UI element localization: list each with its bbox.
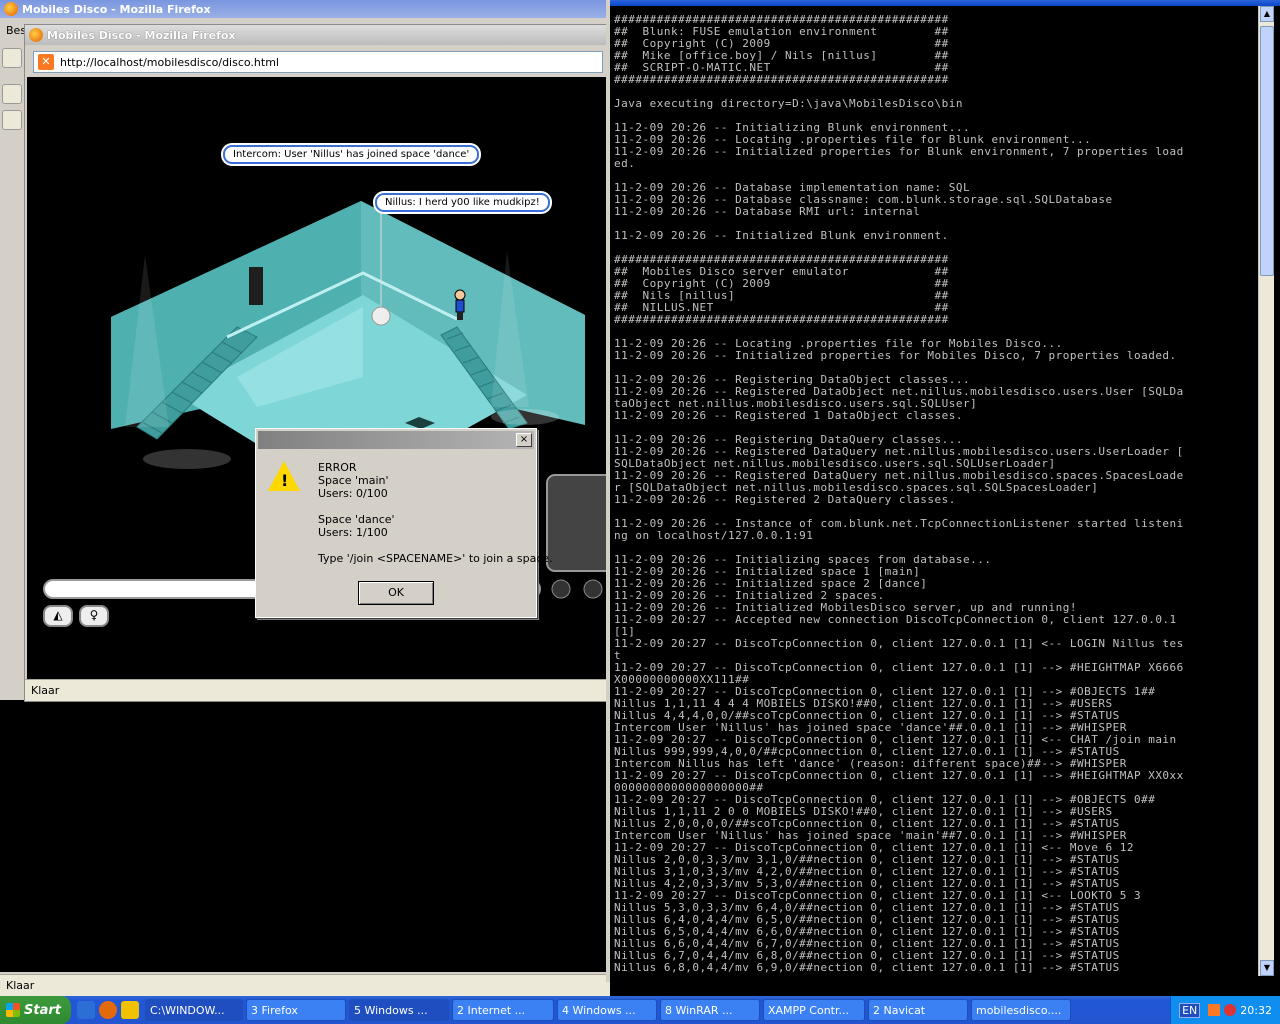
xampp-tab-icon[interactable]	[2, 110, 22, 130]
background-window-titlebar[interactable]: Mobiles Disco - Mozilla Firefox	[0, 0, 610, 18]
url-bar[interactable]: ✕ http://localhost/mobilesdisco/disco.ht…	[33, 51, 603, 73]
quick-launch	[76, 1001, 139, 1019]
side-control-icon	[551, 579, 571, 599]
firefox-titlebar[interactable]: Mobiles Disco - Mozilla Firefox	[25, 25, 607, 45]
firefox-quicklaunch-icon[interactable]	[98, 1001, 117, 1019]
background-statusbar: Klaar	[0, 974, 610, 996]
windows-logo-icon	[6, 1003, 20, 1017]
hand-button[interactable]: ♀	[79, 605, 109, 627]
taskbar-task-cmd[interactable]: C:\WINDOW...	[144, 999, 243, 1021]
firefox-icon	[4, 2, 18, 16]
console-scrollbar[interactable]: ▲ ▼	[1258, 6, 1274, 976]
xampp-tray-icon[interactable]	[1208, 1004, 1221, 1016]
firefox-icon	[29, 28, 43, 42]
taskbar-task-messenger[interactable]: 5 Windows ...	[348, 999, 449, 1021]
firefox-statusbar: Klaar	[25, 679, 607, 701]
taskbar: Start C:\WINDOW... 3 Firefox 5 Windows .…	[0, 996, 1280, 1024]
console-output: ########################################…	[614, 14, 1184, 974]
start-button[interactable]: Start	[0, 996, 71, 1024]
scroll-thumb[interactable]	[1260, 26, 1274, 276]
side-panel	[546, 474, 607, 572]
dialog-titlebar[interactable]: ×	[258, 431, 534, 449]
intercom-chat-bubble: Intercom: User 'Nillus' has joined space…	[223, 145, 480, 164]
side-control-icon	[583, 579, 603, 599]
taskbar-task-xampp[interactable]: XAMPP Contr...	[762, 999, 865, 1021]
navigator-button[interactable]: ◭	[43, 605, 73, 627]
firefox-window-title: Mobiles Disco - Mozilla Firefox	[47, 28, 236, 42]
dialog-ok-button[interactable]: OK	[358, 581, 434, 605]
system-tray: EN 20:32	[1170, 996, 1280, 1024]
console-titlebar[interactable]	[610, 0, 1280, 6]
taskbar-task-firefox[interactable]: 3 Firefox	[245, 999, 346, 1021]
dialog-message: ERROR Space 'main' Users: 0/100 Space 'd…	[318, 461, 553, 565]
dialog-close-button[interactable]: ×	[516, 433, 532, 447]
taskbar-task-explorer[interactable]: 4 Windows ...	[556, 999, 657, 1021]
site-favicon-icon: ✕	[38, 54, 54, 70]
console-window[interactable]: ########################################…	[606, 0, 1280, 982]
taskbar-task-navicat[interactable]: 2 Navicat	[867, 999, 968, 1021]
scroll-down-icon[interactable]: ▼	[1260, 960, 1274, 976]
nillus-chat-bubble: Nillus: I herd y00 like mudkipz!	[375, 193, 550, 212]
back-arrow-icon[interactable]	[2, 48, 22, 68]
scroll-up-icon[interactable]: ▲	[1260, 6, 1274, 22]
home-icon[interactable]	[2, 84, 22, 104]
background-window-title: Mobiles Disco - Mozilla Firefox	[22, 2, 211, 16]
background-content-area	[0, 700, 610, 972]
disco-ball	[371, 306, 391, 326]
clock-quicklaunch-icon[interactable]	[120, 1001, 139, 1019]
ie-quicklaunch-icon[interactable]	[76, 1001, 95, 1019]
error-dialog[interactable]: × ! ERROR Space 'main' Users: 0/100 Spac…	[255, 428, 553, 618]
taskbar-task-winrar[interactable]: 8 WinRAR ...	[659, 999, 760, 1021]
door	[249, 267, 263, 305]
clock[interactable]: 20:32	[1240, 1004, 1272, 1017]
url-text[interactable]: http://localhost/mobilesdisco/disco.html	[60, 56, 279, 69]
language-indicator[interactable]: EN	[1179, 1002, 1201, 1018]
security-tray-icon[interactable]	[1224, 1004, 1237, 1016]
taskbar-task-mobilesdisco[interactable]: mobilesdisco....	[970, 999, 1071, 1021]
taskbar-task-internet[interactable]: 2 Internet ...	[451, 999, 554, 1021]
